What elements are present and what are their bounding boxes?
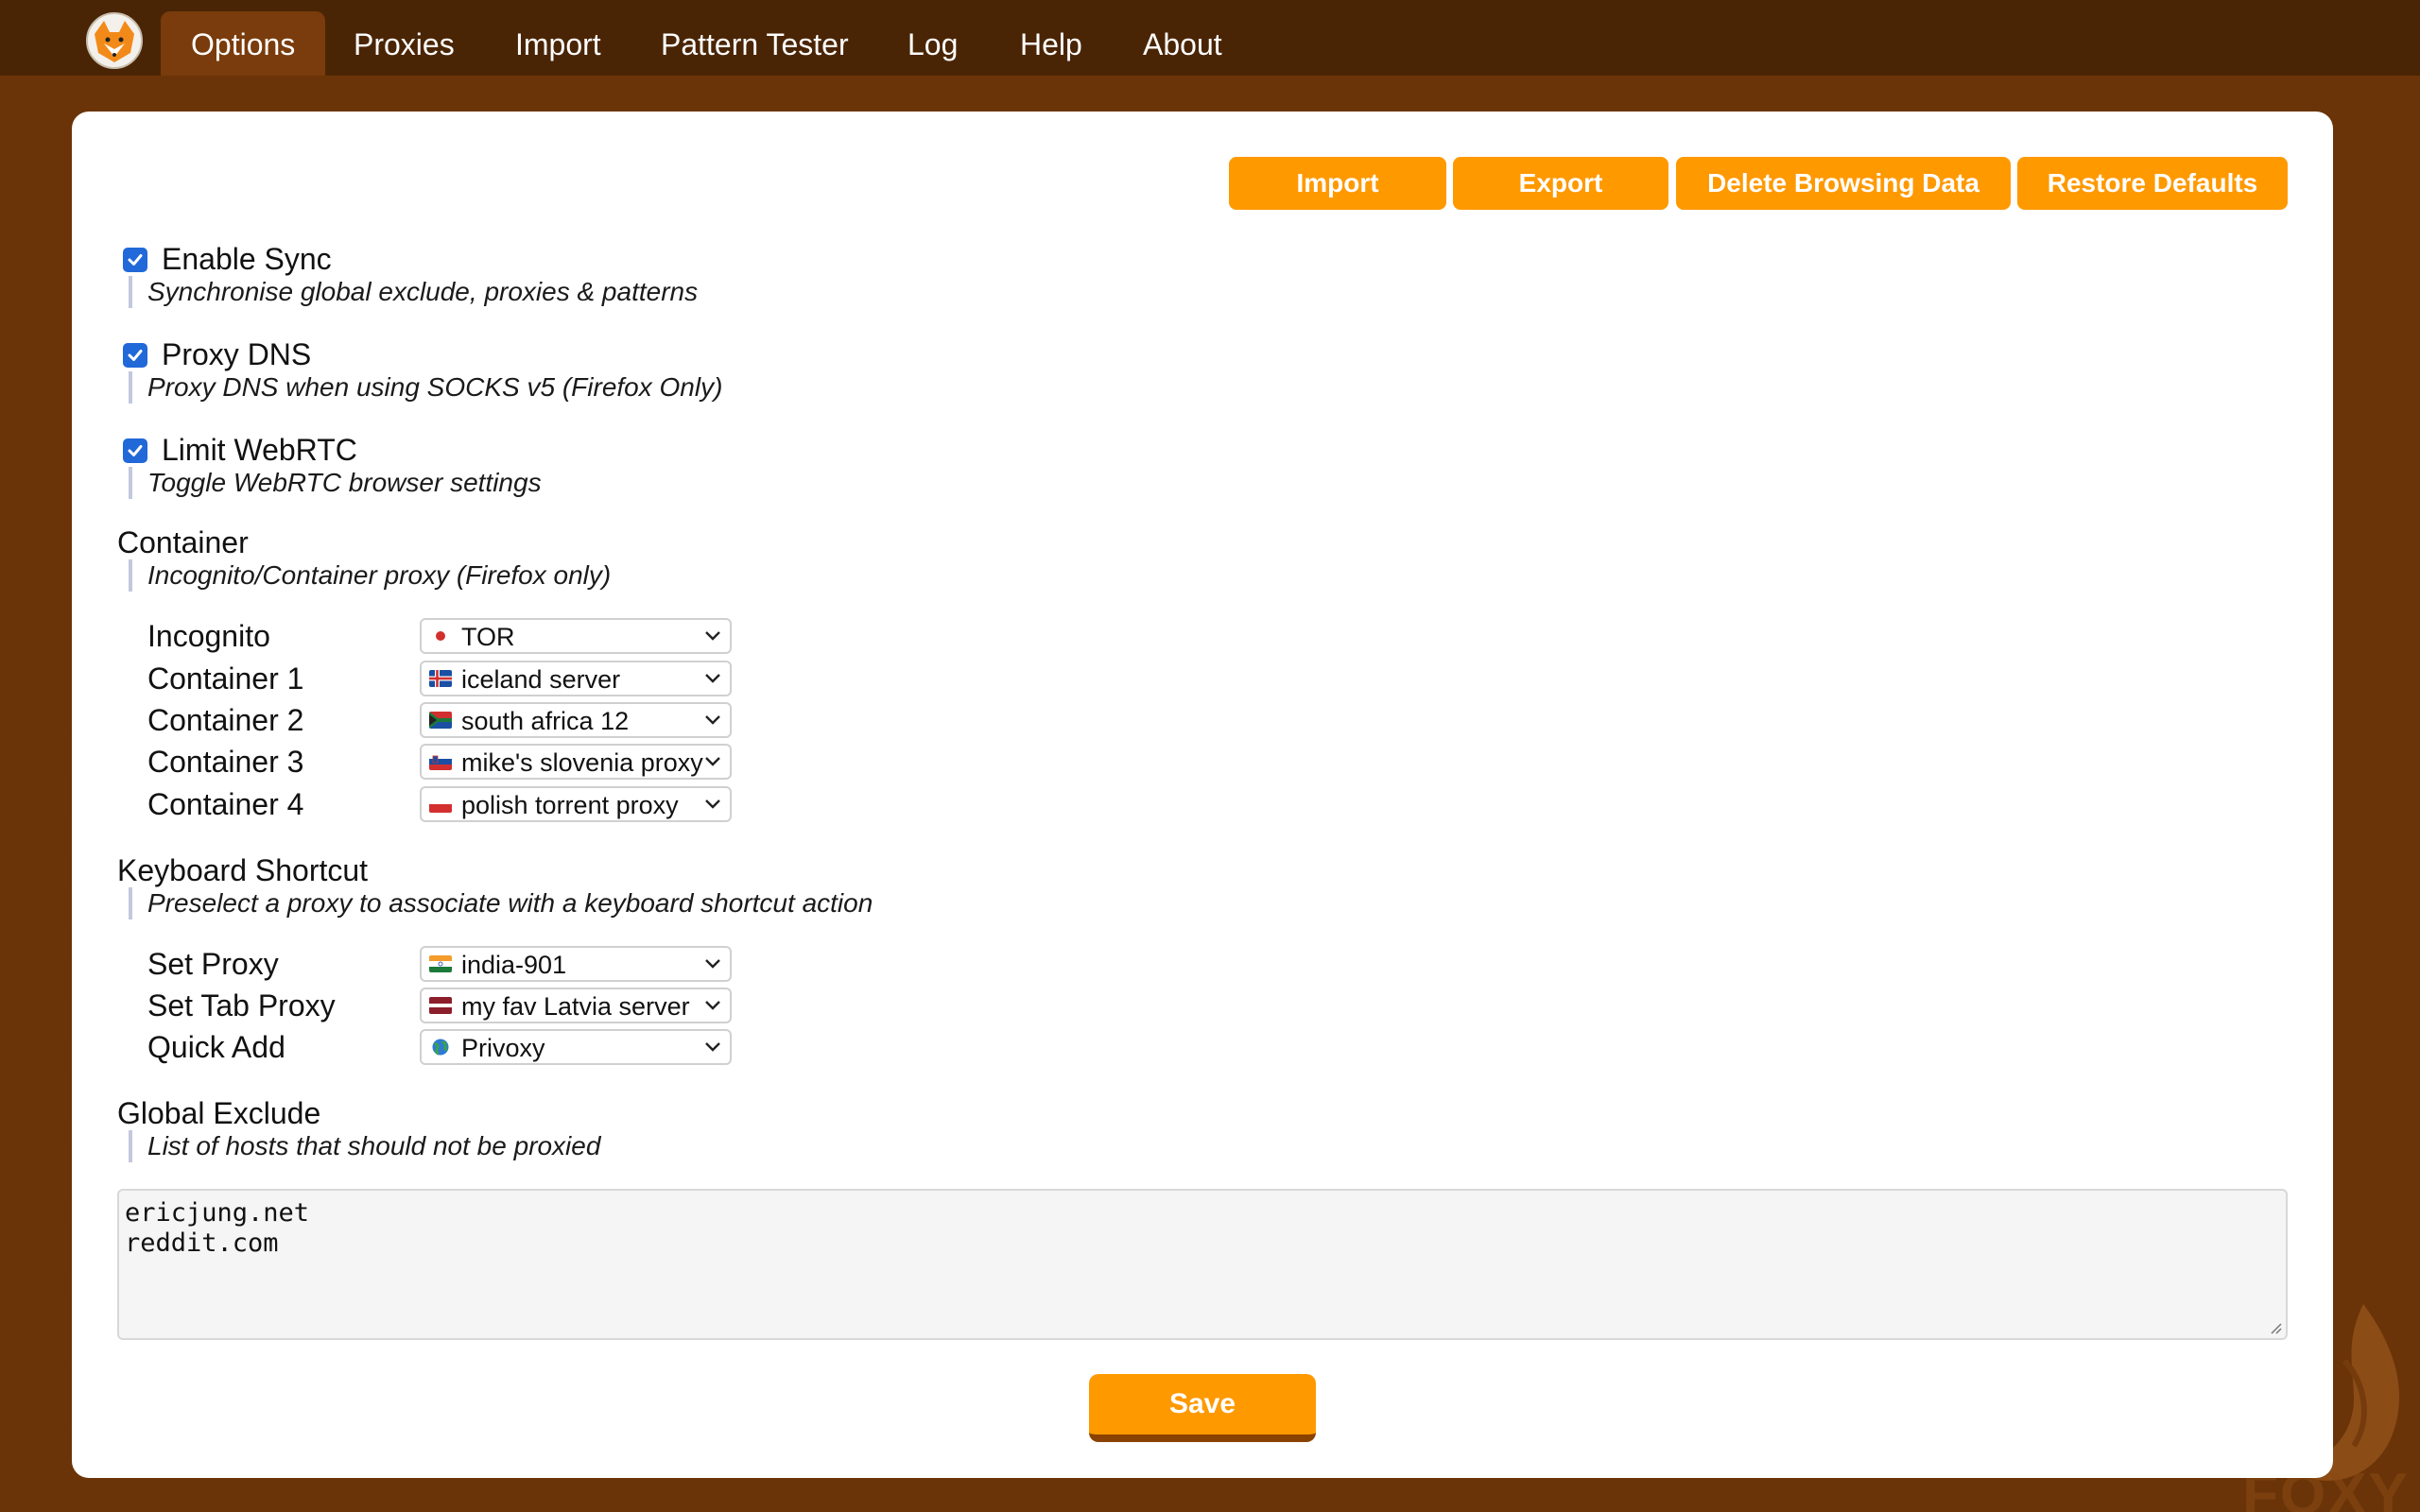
container-3-select[interactable]: mike's slovenia proxy [420,744,732,780]
set-proxy-label: Set Proxy [147,947,279,981]
keyboard-shortcut-description: Preselect a proxy to associate with a ke… [129,887,873,919]
foxyproxy-logo-icon [86,12,143,69]
enable-sync-description: Synchronise global exclude, proxies & pa… [129,276,698,308]
proxy-dns-description: Proxy DNS when using SOCKS v5 (Firefox O… [129,371,722,404]
container-1-label: Container 1 [147,662,304,696]
export-button[interactable]: Export [1453,157,1668,210]
container-3-label: Container 3 [147,745,304,779]
container-1-select-value: iceland server [461,665,621,694]
tab-help[interactable]: Help [990,11,1113,76]
proxy-dns-label: Proxy DNS [162,337,312,371]
save-button[interactable]: Save [1089,1374,1316,1442]
tab-about[interactable]: About [1113,11,1253,76]
container-4-select[interactable]: polish torrent proxy [420,786,732,822]
set-tab-proxy-select[interactable]: my fav Latvia server [420,988,732,1023]
exclude-host-line: ericjung.net [125,1198,310,1228]
tab-options[interactable]: Options [161,11,326,76]
set-proxy-select[interactable]: india-901 [420,946,732,982]
chevron-down-icon [705,799,720,809]
set-proxy-select-value: india-901 [461,951,567,979]
global-exclude-textarea[interactable]: ericjung.net reddit.com [117,1189,2288,1340]
incognito-select[interactable]: TOR [420,618,732,654]
delete-browsing-data-button[interactable]: Delete Browsing Data [1676,157,2011,210]
enable-sync-label: Enable Sync [162,242,332,276]
chevron-down-icon [705,1001,720,1010]
incognito-label: Incognito [147,619,270,653]
restore-defaults-button[interactable]: Restore Defaults [2017,157,2288,210]
enable-sync-checkbox[interactable] [123,248,147,272]
iceland-flag-icon [429,670,452,687]
slovenia-flag-icon [429,753,452,770]
set-tab-proxy-label: Set Tab Proxy [147,988,336,1022]
tab-import[interactable]: Import [485,11,631,76]
chevron-down-icon [705,757,720,766]
tab-pattern-tester[interactable]: Pattern Tester [631,11,879,76]
chevron-down-icon [705,631,720,641]
global-exclude-description: List of hosts that should not be proxied [129,1130,600,1162]
container-description: Incognito/Container proxy (Firefox only) [129,559,611,592]
proxy-dns-checkbox[interactable] [123,343,147,368]
container-title: Container [117,525,249,559]
south-africa-flag-icon [429,712,452,729]
latvia-flag-icon [429,997,452,1014]
quick-add-select-value: Privoxy [461,1034,545,1062]
container-4-label: Container 4 [147,787,304,821]
chevron-down-icon [705,715,720,725]
global-exclude-title: Global Exclude [117,1096,321,1130]
tab-log[interactable]: Log [877,11,988,76]
container-2-label: Container 2 [147,703,304,737]
container-2-select[interactable]: south africa 12 [420,702,732,738]
keyboard-shortcut-title: Keyboard Shortcut [117,853,369,887]
limit-webrtc-checkbox[interactable] [123,438,147,463]
top-nav-bar: Options Proxies Import Pattern Tester Lo… [0,0,2420,76]
import-button[interactable]: Import [1229,157,1446,210]
chevron-down-icon [705,959,720,969]
limit-webrtc-label: Limit WebRTC [162,433,357,467]
container-4-select-value: polish torrent proxy [461,791,679,819]
exclude-host-line: reddit.com [125,1228,279,1258]
incognito-select-value: TOR [461,623,515,651]
chevron-down-icon [705,1042,720,1052]
chevron-down-icon [705,674,720,683]
limit-webrtc-description: Toggle WebRTC browser settings [129,467,542,499]
poland-flag-icon [429,796,452,813]
india-flag-icon [429,955,452,972]
container-2-select-value: south africa 12 [461,707,630,735]
resize-grip-icon[interactable] [2267,1319,2282,1334]
quick-add-label: Quick Add [147,1030,285,1064]
globe-icon [432,1039,449,1056]
japan-flag-icon [429,627,452,644]
quick-add-select[interactable]: Privoxy [420,1029,732,1065]
container-3-select-value: mike's slovenia proxy [461,748,703,777]
tab-proxies[interactable]: Proxies [323,11,485,76]
set-tab-proxy-select-value: my fav Latvia server [461,992,690,1021]
container-1-select[interactable]: iceland server [420,661,732,696]
